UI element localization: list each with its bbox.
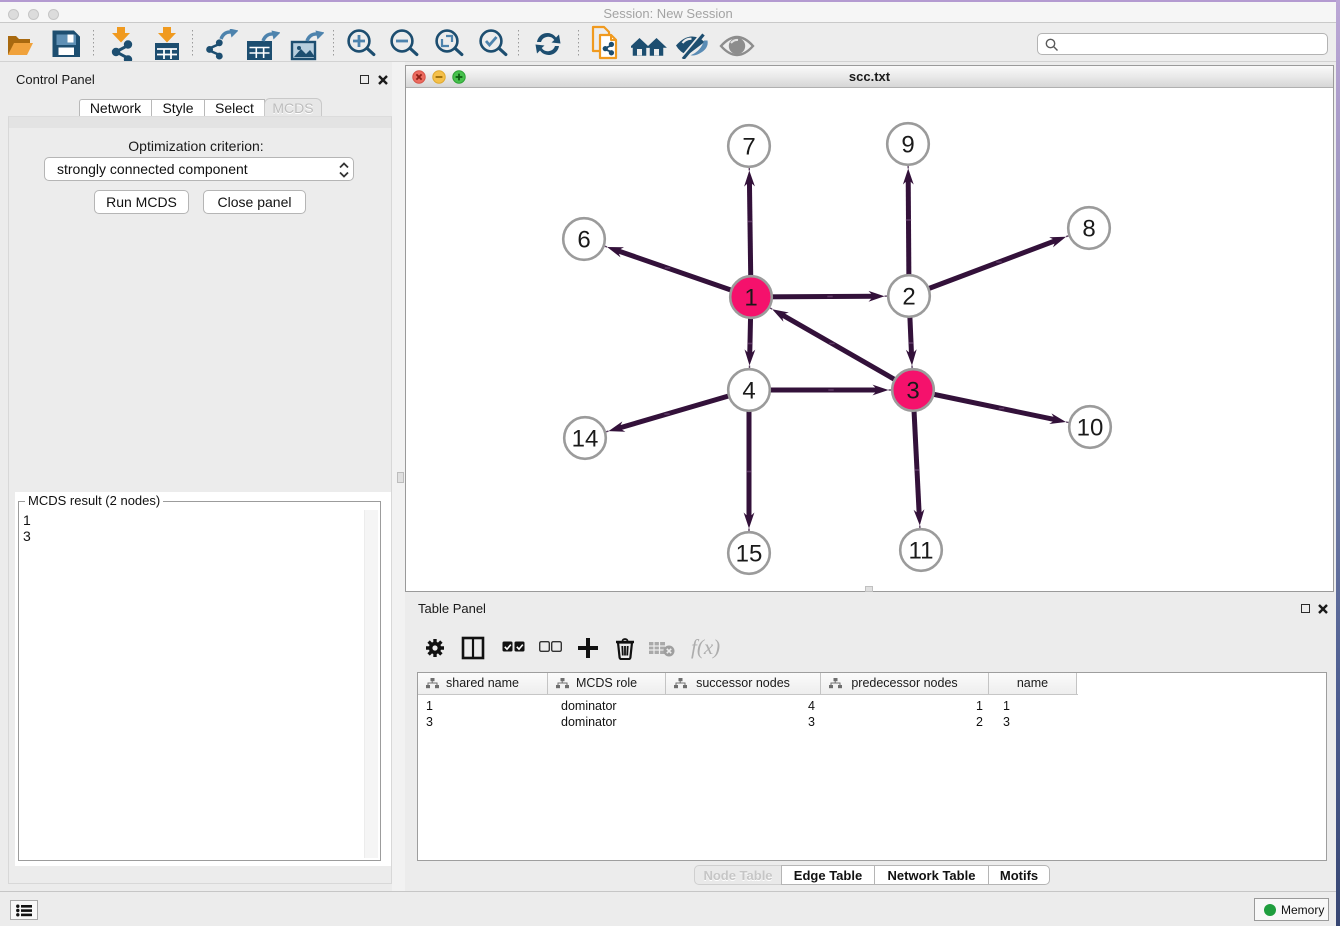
svg-text:3: 3 [906,378,919,405]
svg-text:10: 10 [1077,415,1104,442]
svg-text:9: 9 [901,132,914,159]
svg-text:14: 14 [572,426,599,453]
svg-text:11: 11 [909,538,934,565]
svg-text:4: 4 [742,378,755,405]
svg-text:1: 1 [744,285,757,312]
svg-text:2: 2 [902,284,915,311]
svg-text:7: 7 [742,134,755,161]
svg-text:6: 6 [577,227,590,254]
svg-text:15: 15 [736,541,763,568]
svg-text:8: 8 [1082,216,1095,243]
